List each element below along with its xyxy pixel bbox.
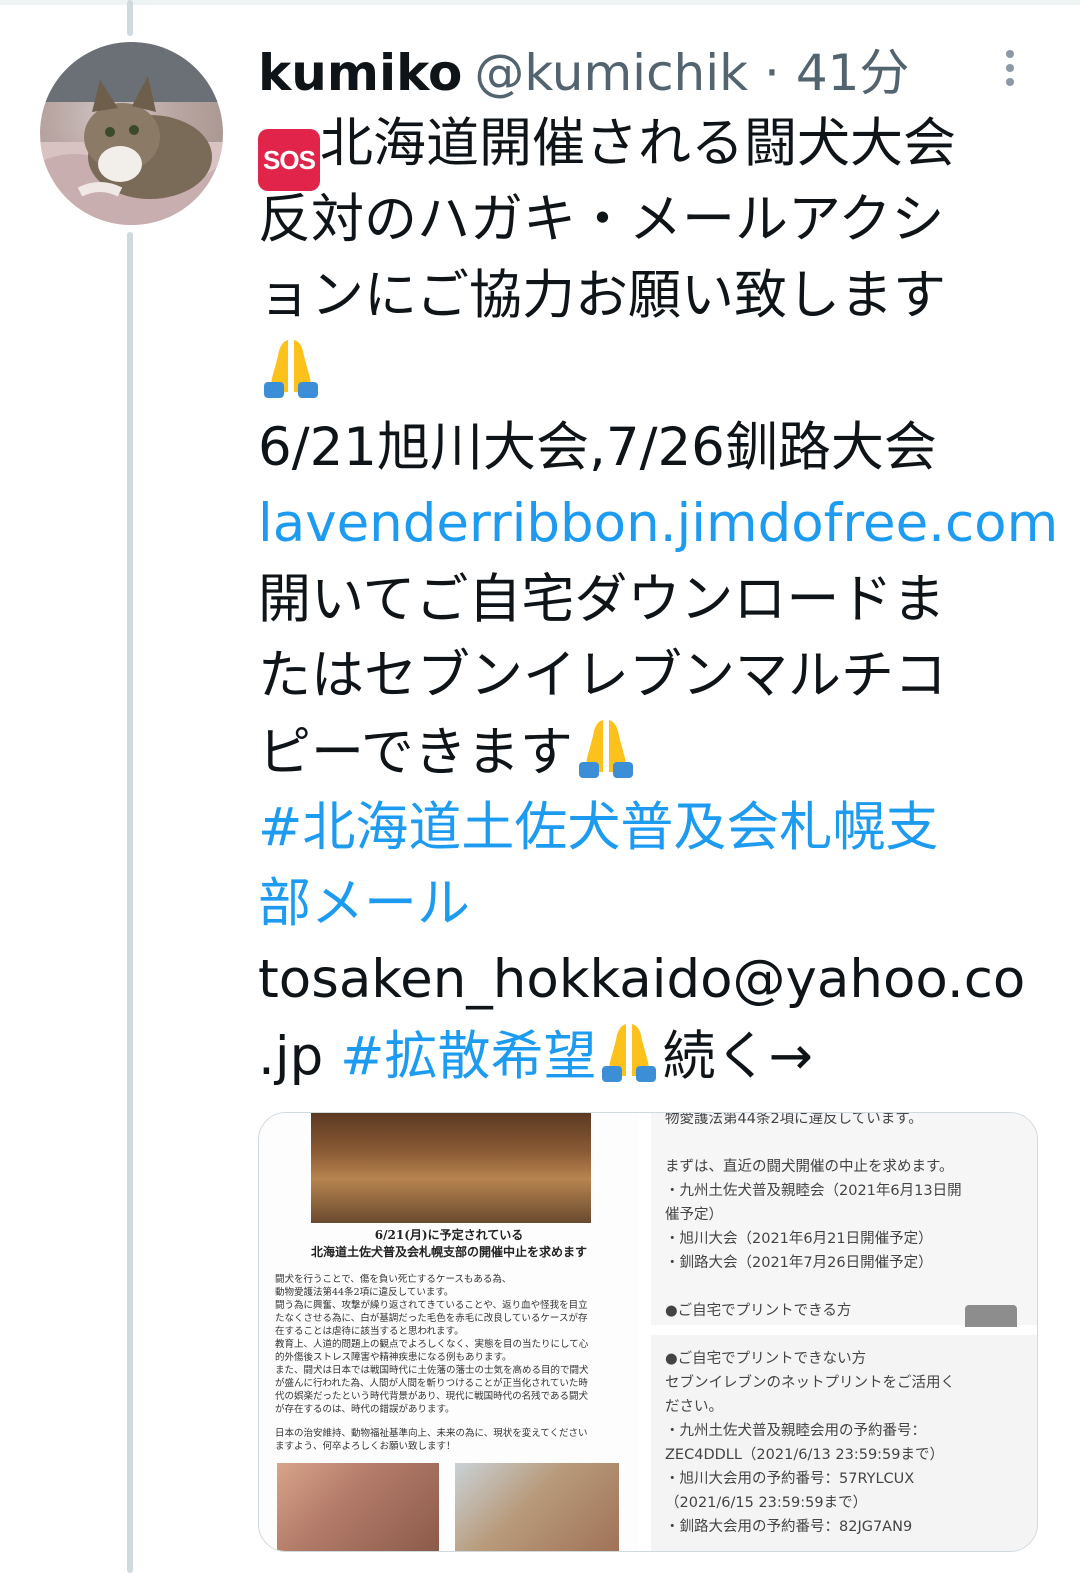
leaflet-footer: 日本の治安維持、動物福祉基準向上、未来の為に、現状を変えてください ますよう、何… [275, 1427, 625, 1453]
leaflet-line: 代の娯楽だったという時代背景があり、現代に戦国時代の名残である闘犬 [275, 1391, 589, 1402]
dogfight-photo [311, 1113, 591, 1223]
thread-line-top [127, 0, 133, 36]
request-line: 催予定） [665, 1207, 723, 1223]
tweet-line: tosaken_hokkaido@yahoo.co [258, 942, 1058, 1018]
leaflet-body: 闘犬を行うことで、傷を負い死亡するケースもある為、 動物愛護法第44条2項に違反… [275, 1273, 625, 1416]
folded-hands-icon [578, 720, 633, 778]
media-grid: 6/21(月)に予定されている 北海道土佐犬普及会札幌支部の開催中止を求めます … [258, 1112, 1038, 1552]
email-text: .jp [258, 1026, 341, 1087]
injured-dog-photo [277, 1463, 439, 1551]
tweet-line [258, 334, 1058, 410]
display-name[interactable]: kumiko [258, 44, 462, 102]
request-line: ・九州土佐犬普及親睦会（2021年6月13日開 [665, 1183, 962, 1199]
tweet-text-segment: 続く→ [662, 1026, 813, 1087]
thread-line [127, 232, 133, 1573]
tweet-line: たはセブンイレブンマルチコ [258, 638, 1058, 714]
avatar[interactable] [40, 42, 223, 225]
leaflet-line: 動物愛護法第44条2項に違反しています。 [275, 1287, 454, 1298]
leaflet-line: 闘う為に興奮、攻撃が繰り返されてきていることや、返り血や怪我を目立 [275, 1300, 588, 1311]
media-image-leaflet[interactable]: 6/21(月)に予定されている 北海道土佐犬普及会札幌支部の開催中止を求めます … [259, 1113, 642, 1551]
leaflet-line: 教育上、人道的問題上の観点でよろしくなく、実態を目の当たりにして心 [275, 1339, 589, 1350]
hashtag-link[interactable]: #北海道土佐犬普及会札幌支 [258, 797, 938, 858]
header-separator: · [764, 44, 780, 102]
leaflet-line: たなくさせる為に、白が基調だった毛色を赤毛に改良しているケースが存 [275, 1313, 588, 1324]
leaflet-line: 在することは虐待に該当すると思われます。 [275, 1326, 464, 1337]
cat-photo-icon [40, 42, 223, 225]
leaflet-line: また、闘犬は日本では戦国時代に土佐藩の藩士の士気を高める目的で闘犬 [275, 1365, 589, 1376]
leaflet-line: 的外傷後ストレス障害や精神疾患になる例もあります。 [275, 1352, 512, 1363]
netprint-line: ●ご自宅でプリントできない方 [665, 1351, 867, 1367]
tweet-text-segment: 反対のハガキ・メールアクシ [258, 189, 945, 250]
leaflet-title: 6/21(月)に予定されている 北海道土佐犬普及会札幌支部の開催中止を求めます [279, 1227, 619, 1261]
tweet-line: #北海道土佐犬普及会札幌支 [258, 790, 1058, 866]
tweet-line: 6/21旭川大会,7/26釧路大会 [258, 410, 1058, 486]
netprint-text: ●ご自宅でプリントできない方 セブンイレブンのネットプリントをご活用く ださい。… [665, 1347, 1027, 1539]
dog-photo [455, 1463, 619, 1551]
netprint-line: セブンイレブンのネットプリントをご活用く [665, 1375, 955, 1391]
tweet-text-segment: 開いてご自宅ダウンロードま [258, 569, 946, 630]
top-divider [0, 0, 1080, 5]
tweet-text-segment: 6/21旭川大会,7/26釧路大会 [258, 417, 937, 478]
folded-hands-icon [264, 340, 318, 398]
more-options-icon[interactable] [998, 46, 1022, 92]
request-text: 物愛護法第44条2項に違反しています。 まずは、直近の闘犬開催の中止を求めます。… [665, 1112, 1027, 1323]
tweet-text-segment: ピーできます [258, 722, 573, 783]
leaflet-title-line: 6/21(月)に予定されている [374, 1228, 524, 1242]
netprint-line: ・釧路大会用の予約番号：82JG7AN9 [665, 1519, 913, 1535]
tweet-text: SOS北海道開催される闘犬大会 反対のハガキ・メールアクシ ョンにご協力お願い致… [258, 106, 1058, 1094]
request-line: ・旭川大会（2021年6月21日開催予定） [665, 1231, 933, 1247]
leaflet-title-line: 北海道土佐犬普及会札幌支部の開催中止を求めます [310, 1245, 587, 1259]
netprint-line: ZEC4DDLL（2021/6/13 23:59:59まで） [665, 1447, 945, 1463]
url-link[interactable]: lavenderribbon.jimdofree.com [258, 493, 1058, 554]
tweet-header: kumiko @kumichik · 41分 [258, 40, 1048, 106]
media-image-netprint[interactable]: ●ご自宅でプリントできない方 セブンイレブンのネットプリントをご活用く ださい。… [651, 1335, 1037, 1551]
email-text: tosaken_hokkaido@yahoo.co [258, 949, 1026, 1010]
hashtag-link[interactable]: #拡散希望 [340, 1026, 596, 1087]
netprint-line: ・旭川大会用の予約番号：57RYLCUX [665, 1471, 915, 1487]
tweet-line: 部メール [258, 866, 1058, 942]
tweet-line: ョンにご協力お願い致します [258, 258, 1058, 334]
request-line: 物愛護法第44条2項に違反しています。 [665, 1112, 923, 1127]
request-line: ・釧路大会（2021年7月26日開催予定） [665, 1255, 933, 1271]
tweet-line: 反対のハガキ・メールアクシ [258, 182, 1058, 258]
tweet-timestamp[interactable]: 41分 [796, 44, 910, 102]
netprint-line: ださい。 [665, 1399, 723, 1415]
tweet-line: lavenderribbon.jimdofree.com [258, 486, 1058, 562]
hashtag-link[interactable]: 部メール [258, 873, 470, 934]
netprint-line: ・九州土佐犬普及親睦会用の予約番号： [665, 1423, 926, 1439]
tweet-text-segment: たはセブンイレブンマルチコ [258, 645, 947, 706]
user-handle[interactable]: @kumichik [474, 44, 748, 102]
tweet-line: .jp #拡散希望 続く→ [258, 1018, 1058, 1094]
leaflet-line: が盛んに行われた為、人間が人間を斬りつけることが正当化されていた時 [275, 1378, 588, 1389]
request-line [665, 1131, 1027, 1155]
tweet-text-segment: ョンにご協力お願い致します [258, 265, 946, 326]
netprint-line: （2021/6/15 23:59:59まで） [665, 1495, 868, 1511]
leaflet-line: 闘犬を行うことで、傷を負い死亡するケースもある為、 [275, 1274, 512, 1285]
tweet-text-segment: 北海道開催される闘犬大会 [320, 113, 956, 174]
tweet-line: 開いてご自宅ダウンロードま [258, 562, 1058, 638]
leaflet-line: 日本の治安維持、動物福祉基準向上、未来の為に、現状を変えてください [275, 1428, 588, 1439]
media-image-request[interactable]: 物愛護法第44条2項に違反しています。 まずは、直近の闘犬開催の中止を求めます。… [651, 1112, 1037, 1327]
folded-hands-icon [602, 1024, 657, 1082]
leaflet-line: ますよう、何卒よろしくお願い致します！ [275, 1441, 456, 1452]
tweet-line: SOS北海道開催される闘犬大会 [258, 106, 1058, 191]
tweet-line: ピーできます [258, 714, 1058, 790]
grey-tab [965, 1305, 1017, 1327]
leaflet-line: が存在するのは、時代の錯誤があります。 [275, 1404, 455, 1415]
request-line [665, 1275, 1027, 1299]
request-line: まずは、直近の闘犬開催の中止を求めます。 [665, 1159, 954, 1175]
